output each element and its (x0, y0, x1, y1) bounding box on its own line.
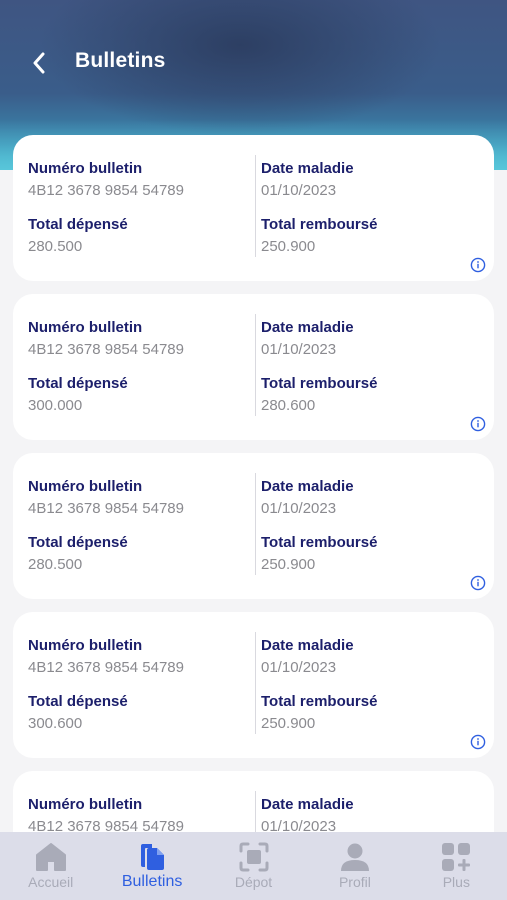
numero-value: 4B12 3678 9854 54789 (28, 659, 184, 676)
bulletin-card[interactable]: Numéro bulletin 4B12 3678 9854 54789 Tot… (13, 294, 494, 440)
tab-profil[interactable]: Profil (304, 832, 405, 900)
back-button[interactable] (24, 48, 54, 78)
date-value: 01/10/2023 (261, 341, 337, 358)
bottom-tab-bar: Accueil Bulletins Dépot Profil Plus (0, 832, 507, 900)
date-label: Date maladie (261, 319, 354, 336)
numero-label: Numéro bulletin (28, 160, 143, 177)
depense-label: Total dépensé (28, 534, 128, 551)
document-icon (141, 844, 165, 870)
chevron-left-icon (33, 52, 45, 74)
tab-depot[interactable]: Dépot (203, 832, 304, 900)
home-icon (35, 843, 66, 871)
numero-label: Numéro bulletin (28, 796, 143, 813)
tab-label: Plus (442, 874, 470, 890)
info-icon[interactable] (470, 257, 486, 273)
tab-label: Accueil (28, 874, 74, 890)
info-icon[interactable] (470, 734, 486, 750)
tab-plus[interactable]: Plus (406, 832, 507, 900)
tab-label: Dépot (234, 874, 273, 890)
bulletin-card[interactable]: Numéro bulletin 4B12 3678 9854 54789 Dat… (13, 771, 494, 832)
rembourse-value: 280.600 (261, 397, 316, 414)
date-label: Date maladie (261, 637, 354, 654)
numero-label: Numéro bulletin (28, 478, 143, 495)
depense-value: 300.000 (28, 397, 83, 414)
card-divider (255, 473, 256, 575)
depense-label: Total dépensé (28, 216, 128, 233)
date-label: Date maladie (261, 160, 354, 177)
numero-value: 4B12 3678 9854 54789 (28, 500, 184, 517)
rembourse-label: Total remboursé (261, 693, 378, 710)
rembourse-label: Total remboursé (261, 216, 378, 233)
tab-bulletins[interactable]: Bulletins (101, 832, 202, 900)
page-title: Bulletins (75, 49, 166, 72)
date-value: 01/10/2023 (261, 182, 337, 199)
card-divider (255, 314, 256, 416)
numero-value: 4B12 3678 9854 54789 (28, 182, 184, 199)
tab-label: Bulletins (121, 873, 183, 890)
card-divider (255, 632, 256, 734)
info-icon[interactable] (470, 575, 486, 591)
date-label: Date maladie (261, 796, 354, 813)
date-value: 01/10/2023 (261, 659, 337, 676)
depense-value: 280.500 (28, 238, 83, 255)
card-divider (255, 155, 256, 257)
info-icon[interactable] (470, 416, 486, 432)
scan-icon (239, 842, 269, 872)
bulletin-card[interactable]: Numéro bulletin 4B12 3678 9854 54789 Tot… (13, 135, 494, 281)
depense-label: Total dépensé (28, 693, 128, 710)
rembourse-label: Total remboursé (261, 534, 378, 551)
date-value: 01/10/2023 (261, 500, 337, 517)
depense-label: Total dépensé (28, 375, 128, 392)
rembourse-label: Total remboursé (261, 375, 378, 392)
numero-label: Numéro bulletin (28, 319, 143, 336)
rembourse-value: 250.900 (261, 556, 316, 573)
depense-value: 300.600 (28, 715, 83, 732)
tab-accueil[interactable]: Accueil (0, 832, 101, 900)
user-icon (340, 843, 369, 871)
bulletin-list[interactable]: Numéro bulletin 4B12 3678 9854 54789 Tot… (13, 135, 494, 832)
bulletin-card[interactable]: Numéro bulletin 4B12 3678 9854 54789 Tot… (13, 453, 494, 599)
card-divider (255, 791, 256, 832)
bulletin-card[interactable]: Numéro bulletin 4B12 3678 9854 54789 Tot… (13, 612, 494, 758)
date-label: Date maladie (261, 478, 354, 495)
numero-value: 4B12 3678 9854 54789 (28, 341, 184, 358)
rembourse-value: 250.900 (261, 715, 316, 732)
numero-label: Numéro bulletin (28, 637, 143, 654)
tab-label: Profil (338, 874, 371, 890)
grid-plus-icon (442, 843, 471, 871)
numero-value: 4B12 3678 9854 54789 (28, 818, 184, 832)
rembourse-value: 250.900 (261, 238, 316, 255)
date-value: 01/10/2023 (261, 818, 337, 832)
depense-value: 280.500 (28, 556, 83, 573)
